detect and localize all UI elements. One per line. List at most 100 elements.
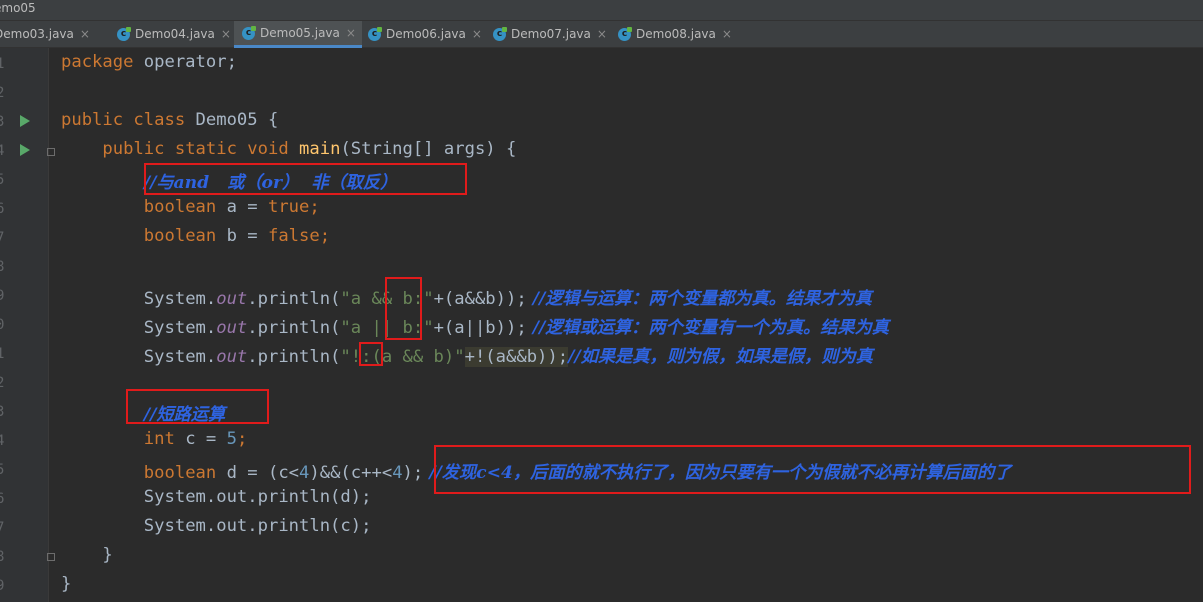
line-number: 2 bbox=[0, 85, 5, 101]
keyword: boolean bbox=[143, 226, 217, 246]
line-number: 9 bbox=[0, 288, 5, 304]
line-number: 3 bbox=[0, 404, 5, 420]
comment: //逻辑或运算：两个变量有一个为真。结果为真 bbox=[526, 318, 889, 338]
method-name: main bbox=[299, 139, 341, 159]
line-number: 4 bbox=[0, 143, 5, 159]
number-literal: 5 bbox=[226, 429, 237, 449]
line-number: 6 bbox=[0, 201, 5, 217]
code-line-6: boolean a = true; bbox=[61, 197, 320, 217]
annotation-box-not bbox=[359, 342, 383, 366]
code-line-3: public class Demo05 { bbox=[61, 110, 278, 130]
close-icon[interactable]: × bbox=[722, 27, 732, 41]
java-class-icon: c bbox=[618, 26, 632, 41]
line-number: 2 bbox=[0, 375, 5, 391]
keyword: boolean bbox=[143, 197, 217, 217]
code-text: System. bbox=[143, 289, 217, 309]
code-text: a = bbox=[216, 197, 268, 217]
annotation-box-operators bbox=[385, 277, 422, 340]
code-line-17: System.out.println(c); bbox=[61, 516, 372, 536]
line-number: 9 bbox=[0, 578, 5, 594]
code-text: .println( bbox=[247, 289, 341, 309]
line-number: 6 bbox=[0, 491, 5, 507]
tab-label: Demo04.java bbox=[135, 27, 215, 41]
line-number: 1 bbox=[0, 56, 5, 72]
code-text: ); bbox=[402, 463, 424, 483]
code-line-9: System.out.println("a && b:"+(a&&b)); //… bbox=[61, 284, 872, 309]
static-field: out bbox=[216, 347, 248, 367]
tab-label: Demo03.java bbox=[0, 27, 74, 41]
code-text: System. bbox=[143, 347, 217, 367]
keyword: package bbox=[61, 52, 134, 72]
line-number: 7 bbox=[0, 230, 5, 246]
keyword: public class bbox=[61, 110, 186, 130]
code-line-18: } bbox=[61, 545, 113, 565]
line-number: 4 bbox=[0, 433, 5, 449]
code-text: +(a&&b)); bbox=[433, 289, 527, 309]
annotation-box-logical-ops bbox=[144, 163, 467, 195]
code-line-1: package operator; bbox=[61, 52, 237, 72]
line-number: 8 bbox=[0, 259, 5, 275]
keyword-literal: false bbox=[267, 226, 320, 246]
tab-label: Demo06.java bbox=[386, 27, 466, 41]
code-line-7: boolean b = false; bbox=[61, 226, 330, 246]
code-text: +(a||b)); bbox=[433, 318, 527, 338]
closing-brace: } bbox=[61, 574, 72, 594]
close-icon[interactable]: × bbox=[346, 26, 356, 40]
java-class-icon: c bbox=[493, 26, 507, 41]
code-text: (String[] args) { bbox=[340, 139, 517, 159]
closing-brace: } bbox=[102, 545, 113, 565]
static-field: out bbox=[216, 318, 248, 338]
run-main-icon[interactable] bbox=[20, 144, 30, 156]
tab-label: Demo07.java bbox=[511, 27, 591, 41]
code-line-16: System.out.println(d); bbox=[61, 487, 372, 507]
code-text: )&&(c++< bbox=[309, 463, 393, 483]
close-icon[interactable]: × bbox=[597, 27, 607, 41]
code-line-14: int c = 5; bbox=[61, 429, 248, 449]
java-class-icon: c bbox=[368, 26, 382, 41]
java-class-icon: c bbox=[242, 25, 256, 40]
close-icon[interactable]: × bbox=[221, 27, 231, 41]
semicolon: ; bbox=[319, 226, 331, 246]
code-line-11: System.out.println("!:(a && b)"+!(a&&b))… bbox=[61, 342, 873, 367]
code-text: d = (c< bbox=[216, 463, 300, 483]
keyword-literal: true bbox=[267, 197, 310, 217]
annotation-box-short-circuit bbox=[126, 389, 269, 424]
close-icon[interactable]: × bbox=[472, 27, 482, 41]
code-line-10: System.out.println("a || b:"+(a||b)); //… bbox=[61, 313, 889, 338]
line-number: 5 bbox=[0, 462, 5, 478]
code-text: Demo05 { bbox=[185, 110, 279, 130]
window-title: emo05 bbox=[0, 1, 36, 15]
code-text: .println( bbox=[247, 318, 341, 338]
semicolon: ; bbox=[236, 429, 248, 449]
code-line-19: } bbox=[61, 574, 71, 594]
tab-label: Demo05.java bbox=[260, 26, 340, 40]
comment: //如果是真，则为假，如果是假，则为真 bbox=[568, 347, 873, 367]
tab-demo03[interactable]: c Demo03.java × bbox=[0, 21, 90, 47]
fold-icon[interactable] bbox=[47, 148, 55, 156]
line-number: 1 bbox=[0, 346, 5, 362]
run-class-icon[interactable] bbox=[20, 115, 30, 127]
code-text: c = bbox=[174, 429, 227, 449]
number-literal: 4 bbox=[299, 463, 310, 483]
comment: //逻辑与运算：两个变量都为真。结果才为真 bbox=[526, 289, 872, 309]
static-field: out bbox=[216, 289, 248, 309]
code-line-4: public static void main(String[] args) { bbox=[61, 139, 516, 159]
tab-demo06[interactable]: c Demo06.java × bbox=[368, 21, 482, 47]
java-class-icon: c bbox=[117, 26, 131, 41]
code-text: +!(a&&b)); bbox=[464, 347, 569, 367]
code-text: System.out.println(c); bbox=[143, 516, 372, 536]
code-text: .println( bbox=[247, 347, 341, 367]
fold-icon[interactable] bbox=[47, 553, 55, 561]
close-icon[interactable]: × bbox=[80, 27, 90, 41]
line-number: 5 bbox=[0, 172, 5, 188]
tab-demo05[interactable]: c Demo05.java × bbox=[234, 21, 362, 48]
tab-demo07[interactable]: c Demo07.java × bbox=[493, 21, 607, 47]
keyword: boolean bbox=[143, 463, 217, 483]
code-text: operator; bbox=[133, 52, 237, 72]
tab-demo08[interactable]: c Demo08.java × bbox=[618, 21, 732, 47]
code-text: System. bbox=[143, 318, 217, 338]
semicolon: ; bbox=[309, 197, 320, 217]
number-literal: 4 bbox=[392, 463, 403, 483]
tab-demo04[interactable]: c Demo04.java × bbox=[117, 21, 231, 47]
annotation-box-explanation bbox=[434, 445, 1191, 494]
